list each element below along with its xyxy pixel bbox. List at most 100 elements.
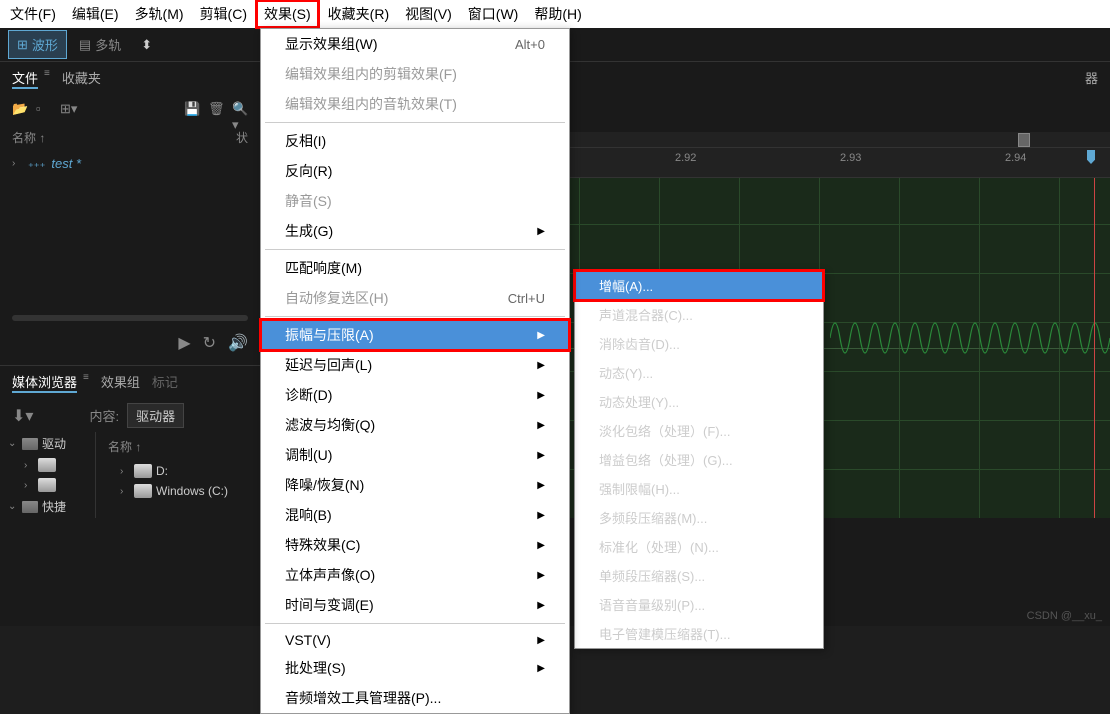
save-icon[interactable]: 💾 [184, 101, 200, 117]
loop-button[interactable]: ↻ [203, 333, 216, 353]
menu-item-label: 混响(B) [285, 505, 332, 525]
submenu-item-7[interactable]: 强制限幅(H)... [575, 474, 823, 503]
play-button[interactable]: ▶ [178, 333, 190, 353]
overview-handle[interactable] [1018, 133, 1030, 147]
browser-name-header[interactable]: 名称 ↑ [96, 432, 260, 461]
menu-item-7[interactable]: 生成(G)▶ [261, 216, 569, 246]
submenu-item-label: 强制限幅(H)... [599, 479, 680, 498]
file-toolbar: 📂 ▫ ⊞▾ 💾 🗑 🔍▾ [0, 95, 260, 123]
tree-drive-c[interactable]: › [0, 475, 95, 495]
menu-item-24[interactable]: 批处理(S)▶ [261, 653, 569, 683]
submenu-item-9[interactable]: 标准化（处理）(N)... [575, 532, 823, 561]
open-folder-icon[interactable]: 📂 [12, 101, 28, 117]
menu-item-label: 振幅与压限(A) [285, 325, 374, 345]
submenu-item-label: 淡化包络（处理）(F)... [599, 421, 730, 440]
drive-icon [134, 464, 152, 478]
menu-effects[interactable]: 效果(S) [255, 0, 320, 29]
browser-drive-d[interactable]: › D: [96, 461, 260, 481]
submenu-arrow-icon: ▶ [537, 570, 545, 581]
menu-item-17[interactable]: 降噪/恢复(N)▶ [261, 470, 569, 500]
submenu-item-11[interactable]: 语音音量级别(P)... [575, 590, 823, 619]
submenu-arrow-icon: ▶ [537, 540, 545, 551]
submenu-item-6[interactable]: 增益包络（处理）(G)... [575, 445, 823, 474]
menu-item-label: VST(V) [285, 632, 331, 648]
media-browser: 媒体浏览器 ≡ 效果组 标记 ⬇▾ 内容: 驱动器 ⌄ 驱动 › [0, 365, 260, 518]
menu-item-14[interactable]: 诊断(D)▶ [261, 380, 569, 410]
browser-drive-c[interactable]: › Windows (C:) [96, 481, 260, 501]
waveform-icon: ⊞ [17, 37, 28, 53]
multitrack-view-button[interactable]: ▤ 多轨 [71, 31, 129, 58]
tree-drivers[interactable]: ⌄ 驱动 [0, 432, 95, 455]
menu-item-21[interactable]: 时间与变调(E)▶ [261, 590, 569, 620]
menu-item-12[interactable]: 振幅与压限(A)▶ [261, 320, 569, 350]
submenu-item-label: 电子管建模压缩器(T)... [599, 624, 730, 643]
submenu-item-label: 语音音量级别(P)... [599, 595, 705, 614]
tab-menu-icon[interactable]: ≡ [83, 372, 89, 393]
submenu-item-10[interactable]: 单频段压缩器(S)... [575, 561, 823, 590]
waveform-view-button[interactable]: ⊞ 波形 [8, 30, 67, 59]
file-item-test[interactable]: › ₊₊₊ test * [0, 152, 260, 175]
menu-item-label: 降噪/恢复(N) [285, 475, 364, 495]
tab-effects-rack[interactable]: 效果组 [101, 372, 140, 393]
tab-favorites[interactable]: 收藏夹 [62, 68, 101, 89]
submenu-item-8[interactable]: 多频段压缩器(M)... [575, 503, 823, 532]
tab-media-browser[interactable]: 媒体浏览器 [12, 372, 77, 393]
expand-icon[interactable]: › [120, 466, 130, 477]
tree-shortcuts[interactable]: ⌄ 快捷 [0, 495, 95, 518]
menu-item-4[interactable]: 反相(I) [261, 126, 569, 156]
menu-view[interactable]: 视图(V) [397, 0, 460, 28]
menu-multitrack[interactable]: 多轨(M) [127, 0, 192, 28]
menu-item-25[interactable]: 音频增效工具管理器(P)... [261, 683, 569, 713]
menu-item-0[interactable]: 显示效果组(W)Alt+0 [261, 29, 569, 59]
volume-button[interactable]: 🔊 [228, 333, 248, 353]
delete-icon[interactable]: 🗑 [208, 101, 224, 117]
tab-menu-icon[interactable]: ≡ [44, 68, 50, 89]
menu-window[interactable]: 窗口(W) [460, 0, 527, 28]
submenu-item-12[interactable]: 电子管建模压缩器(T)... [575, 619, 823, 648]
menu-item-5[interactable]: 反向(R) [261, 156, 569, 186]
menu-item-16[interactable]: 调制(U)▶ [261, 440, 569, 470]
menu-file[interactable]: 文件(F) [2, 0, 64, 28]
submenu-item-label: 消除齿音(D)... [599, 334, 680, 353]
playhead-marker[interactable] [1087, 150, 1095, 164]
tab-files[interactable]: 文件 [12, 68, 38, 89]
menu-item-label: 编辑效果组内的剪辑效果(F) [285, 64, 457, 84]
menu-clip[interactable]: 剪辑(C) [192, 0, 255, 28]
collapse-icon[interactable]: ⌄ [8, 438, 18, 449]
menu-edit[interactable]: 编辑(E) [64, 0, 127, 28]
expand-icon[interactable]: › [24, 480, 34, 491]
audio-file-icon: ₊₊₊ [28, 157, 45, 170]
submenu-item-3[interactable]: 动态(Y)... [575, 358, 823, 387]
files-name-header[interactable]: 名称 ↑ 状 [0, 123, 260, 152]
tool-cursor-icon[interactable]: ⬍ [141, 37, 152, 53]
menu-item-18[interactable]: 混响(B)▶ [261, 500, 569, 530]
menu-help[interactable]: 帮助(H) [526, 0, 589, 28]
submenu-item-2[interactable]: 消除齿音(D)... [575, 329, 823, 358]
expand-icon[interactable]: › [12, 158, 22, 169]
expand-icon[interactable]: › [120, 486, 130, 497]
menu-item-15[interactable]: 滤波与均衡(Q)▶ [261, 410, 569, 440]
tab-markers[interactable]: 标记 [152, 372, 178, 393]
menu-separator [265, 316, 565, 317]
menu-item-13[interactable]: 延迟与回声(L)▶ [261, 350, 569, 380]
menu-item-20[interactable]: 立体声声像(O)▶ [261, 560, 569, 590]
menu-item-23[interactable]: VST(V)▶ [261, 627, 569, 653]
menu-favorites[interactable]: 收藏夹(R) [320, 0, 397, 28]
download-icon[interactable]: ⬇▾ [12, 406, 33, 426]
menu-item-label: 批处理(S) [285, 658, 346, 678]
add-icon[interactable]: ⊞▾ [60, 101, 76, 117]
search-icon[interactable]: 🔍▾ [232, 101, 248, 117]
submenu-item-5[interactable]: 淡化包络（处理）(F)... [575, 416, 823, 445]
menu-item-9[interactable]: 匹配响度(M) [261, 253, 569, 283]
menu-separator [265, 249, 565, 250]
collapse-icon[interactable]: ⌄ [8, 501, 18, 512]
content-dropdown[interactable]: 驱动器 [127, 403, 184, 428]
menu-item-19[interactable]: 特殊效果(C)▶ [261, 530, 569, 560]
menu-item-label: 自动修复选区(H) [285, 288, 388, 308]
submenu-item-1[interactable]: 声道混合器(C)... [575, 300, 823, 329]
expand-icon[interactable]: › [24, 460, 34, 471]
tree-drive-d[interactable]: › [0, 455, 95, 475]
submenu-item-4[interactable]: 动态处理(Y)... [575, 387, 823, 416]
submenu-item-0[interactable]: 增幅(A)... [575, 271, 823, 300]
new-file-icon[interactable]: ▫ [36, 101, 52, 117]
